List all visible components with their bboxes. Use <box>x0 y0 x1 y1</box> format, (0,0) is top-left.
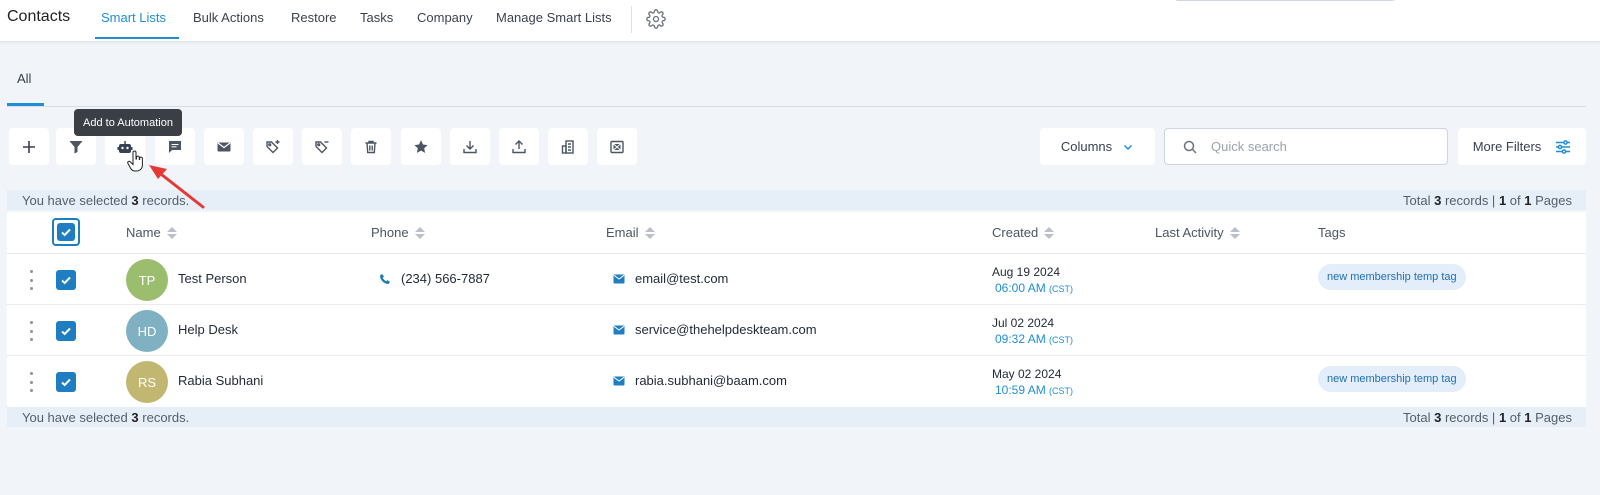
tab-divider <box>7 106 1586 107</box>
tab-all[interactable]: All <box>17 71 31 86</box>
contact-email[interactable]: service@thehelpdeskteam.com <box>613 322 817 337</box>
chevron-down-icon <box>1124 144 1133 150</box>
contact-email[interactable]: rabia.subhani@baam.com <box>613 373 787 388</box>
mail-icon <box>613 325 625 334</box>
add-tag-button[interactable] <box>253 128 293 165</box>
avatar: HD <box>126 310 168 352</box>
contact-tag[interactable]: new membership temp tag <box>1318 366 1466 392</box>
nav-tasks[interactable]: Tasks <box>360 10 393 25</box>
mail-icon <box>613 274 625 283</box>
top-search-pill[interactable] <box>1172 0 1398 1</box>
column-header-last-activity[interactable]: Last Activity <box>1155 225 1240 240</box>
created-date: May 02 2024 10:59 AM (CST) <box>992 367 1074 397</box>
app-title: Contacts <box>7 8 71 25</box>
nav-divider <box>631 6 632 33</box>
nav-manage-smart-lists[interactable]: Manage Smart Lists <box>496 10 612 25</box>
column-header-created[interactable]: Created <box>992 225 1055 240</box>
phone-icon <box>380 273 390 284</box>
nav-bulk-actions[interactable]: Bulk Actions <box>193 10 264 25</box>
checkmark-icon <box>61 276 71 285</box>
search-input[interactable] <box>1211 139 1431 154</box>
table-row[interactable]: HD Help Desk service@thehelpdeskteam.com… <box>7 304 1586 355</box>
avatar: RS <box>126 361 168 403</box>
import-button[interactable] <box>450 128 490 165</box>
nav-company[interactable]: Company <box>417 10 473 25</box>
pagination-summary: Total 3 records | 1 of 1 Pages <box>1403 410 1572 425</box>
columns-dropdown[interactable]: Columns <box>1040 128 1155 165</box>
columns-label: Columns <box>1060 139 1113 154</box>
contact-name[interactable]: Rabia Subhani <box>178 373 263 388</box>
column-header-email[interactable]: Email <box>606 225 655 240</box>
download-icon <box>463 140 477 153</box>
row-menu-icon[interactable] <box>28 270 34 290</box>
column-header-tags: Tags <box>1318 225 1346 240</box>
contact-name[interactable]: Test Person <box>178 271 247 286</box>
add-contact-button[interactable] <box>9 128 49 165</box>
row-menu-icon[interactable] <box>28 372 34 392</box>
contact-tag[interactable]: new membership temp tag <box>1318 264 1466 290</box>
tag-add-icon <box>266 139 280 153</box>
mail-icon <box>217 142 231 151</box>
sort-icon <box>644 226 655 239</box>
checkmark-icon <box>61 378 71 387</box>
row-checkbox[interactable] <box>56 321 76 341</box>
checkmark-icon <box>61 228 71 237</box>
search-icon <box>1183 140 1197 154</box>
tooltip-add-to-automation: Add to Automation <box>74 109 182 136</box>
select-all-checkbox[interactable] <box>52 218 80 246</box>
table-row[interactable]: TP Test Person (234) 566-7887 email@test… <box>7 253 1586 304</box>
tag-remove-icon <box>315 140 329 153</box>
selection-bar-bottom: You have selected 3 records. Total 3 rec… <box>7 407 1586 427</box>
contact-email[interactable]: email@test.com <box>613 271 728 286</box>
selection-summary: You have selected 3 records. <box>22 410 190 425</box>
column-header-name[interactable]: Name <box>126 225 177 240</box>
remove-tag-button[interactable] <box>302 128 342 165</box>
mail-icon <box>613 376 625 385</box>
column-header-phone[interactable]: Phone <box>371 225 425 240</box>
star-icon <box>414 139 428 153</box>
active-nav-indicator <box>95 37 179 39</box>
nav-smart-lists[interactable]: Smart Lists <box>101 10 166 25</box>
sort-icon <box>1044 226 1055 239</box>
pagination-summary: Total 3 records | 1 of 1 Pages <box>1403 193 1572 208</box>
row-checkbox[interactable] <box>56 270 76 290</box>
contact-phone[interactable]: (234) 566-7887 <box>379 271 490 286</box>
merge-icon <box>610 140 624 153</box>
trash-icon <box>365 140 377 153</box>
more-filters-label: More Filters <box>1472 139 1542 154</box>
send-email-button[interactable] <box>204 128 244 165</box>
add-to-company-button[interactable] <box>548 128 588 165</box>
plus-icon <box>23 140 35 153</box>
table-row[interactable]: RS Rabia Subhani rabia.subhani@baam.com … <box>7 355 1586 406</box>
checkmark-icon <box>61 327 71 336</box>
gear-icon[interactable] <box>646 9 666 29</box>
merge-button[interactable] <box>597 128 637 165</box>
message-icon <box>169 140 181 153</box>
nav-restore[interactable]: Restore <box>291 10 337 25</box>
selection-bar-top: You have selected 3 records. Total 3 rec… <box>7 190 1586 210</box>
avatar: TP <box>126 259 168 301</box>
created-date: Jul 02 2024 09:32 AM (CST) <box>992 316 1074 346</box>
filter-icon <box>69 140 83 153</box>
more-filters-button[interactable]: More Filters <box>1458 128 1586 165</box>
upload-icon <box>512 139 526 153</box>
row-checkbox[interactable] <box>56 372 76 392</box>
top-nav: Contacts Smart Lists Bulk Actions Restor… <box>0 0 1600 42</box>
sort-icon <box>1229 226 1240 239</box>
annotation-arrow-icon <box>149 165 205 209</box>
delete-button[interactable] <box>351 128 391 165</box>
created-date: Aug 19 2024 06:00 AM (CST) <box>992 265 1074 295</box>
row-menu-icon[interactable] <box>28 321 34 341</box>
export-button[interactable] <box>499 128 539 165</box>
sort-icon <box>166 226 177 239</box>
quick-search[interactable] <box>1164 128 1448 165</box>
sort-icon <box>414 226 425 239</box>
building-icon <box>561 139 574 154</box>
favorite-button[interactable] <box>401 128 441 165</box>
hand-cursor-icon <box>127 150 143 172</box>
contact-name[interactable]: Help Desk <box>178 322 238 337</box>
contacts-table: Name Phone Email Created Last Activity T… <box>7 212 1586 408</box>
sliders-icon <box>1556 139 1571 154</box>
